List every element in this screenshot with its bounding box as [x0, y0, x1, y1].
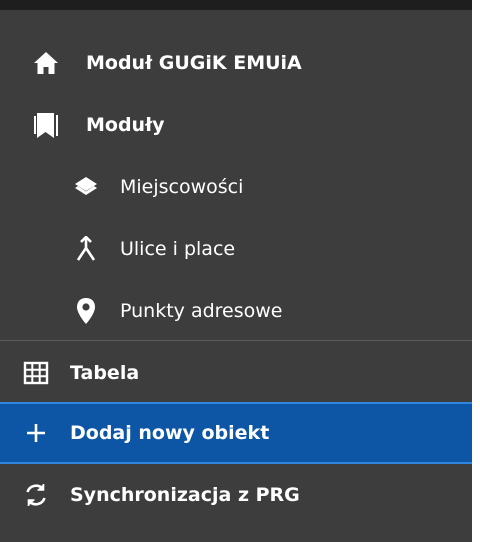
menu-item-label: Synchronizacja z PRG — [70, 484, 300, 506]
menu-item-miejscowosci[interactable]: Miejscowości — [0, 156, 472, 218]
map-pin-icon — [72, 297, 100, 325]
menu-item-label: Dodaj nowy obiekt — [70, 422, 270, 444]
bookmark-icon — [32, 111, 60, 139]
plus-icon — [22, 419, 50, 447]
menu-item-modul-gugik-emuia[interactable]: Moduł GUGiK EMUiA — [0, 32, 472, 94]
menu-item-label: Miejscowości — [120, 176, 244, 198]
layers-icon — [72, 173, 100, 201]
menu-divider — [0, 340, 472, 341]
home-icon — [32, 49, 60, 77]
menu-item-tabela[interactable]: Tabela — [0, 342, 472, 404]
menu-item-label: Moduły — [86, 114, 165, 136]
menu-item-ulice-i-place[interactable]: Ulice i place — [0, 218, 472, 280]
merge-icon — [72, 235, 100, 263]
table-icon — [22, 359, 50, 387]
sync-icon — [22, 481, 50, 509]
menu-item-punkty-adresowe[interactable]: Punkty adresowe — [0, 280, 472, 342]
menu-item-label: Ulice i place — [120, 238, 236, 260]
menu-item-dodaj-nowy-obiekt[interactable]: Dodaj nowy obiekt — [0, 402, 472, 464]
menu-item-synchronizacja-z-prg[interactable]: Synchronizacja z PRG — [0, 464, 472, 526]
menu-item-label: Tabela — [70, 362, 140, 384]
menu-item-label: Moduł GUGiK EMUiA — [86, 52, 302, 74]
menu-item-label: Punkty adresowe — [120, 300, 283, 322]
navigation-menu: Moduł GUGiK EMUiA Moduły Miejscowości Ul… — [0, 0, 472, 542]
menu-item-moduly[interactable]: Moduły — [0, 94, 472, 156]
